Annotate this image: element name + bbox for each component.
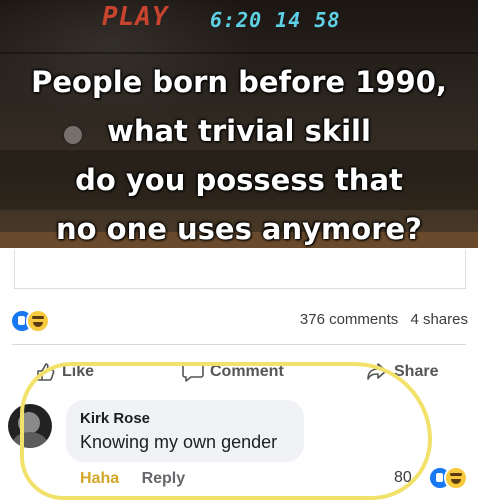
display-play-text: PLAY — [102, 2, 169, 32]
haha-icon — [26, 309, 50, 333]
engagement-counts: 376 comments 4 shares — [292, 311, 468, 328]
haha-icon — [444, 466, 468, 490]
comments-count[interactable]: 376 comments — [300, 311, 398, 328]
caption-line: People born before 1990, — [31, 65, 447, 99]
caption-line: do you possess that — [75, 163, 403, 197]
caption-line: what trivial skill — [107, 114, 371, 148]
device-edge — [0, 52, 478, 54]
link-preview-box[interactable] — [14, 250, 466, 289]
divider — [12, 344, 466, 345]
display-time-text: 6:20 14 58 — [210, 8, 341, 32]
meme-caption: People born before 1990, what trivial sk… — [0, 58, 478, 248]
caption-line: no one uses anymore? — [56, 212, 422, 246]
meme-image[interactable]: PLAY 6:20 14 58 People born before 1990,… — [0, 0, 478, 248]
shares-count[interactable]: 4 shares — [410, 311, 468, 328]
post-stats: 376 comments 4 shares — [0, 306, 478, 334]
yellow-highlight-circle — [20, 362, 432, 500]
